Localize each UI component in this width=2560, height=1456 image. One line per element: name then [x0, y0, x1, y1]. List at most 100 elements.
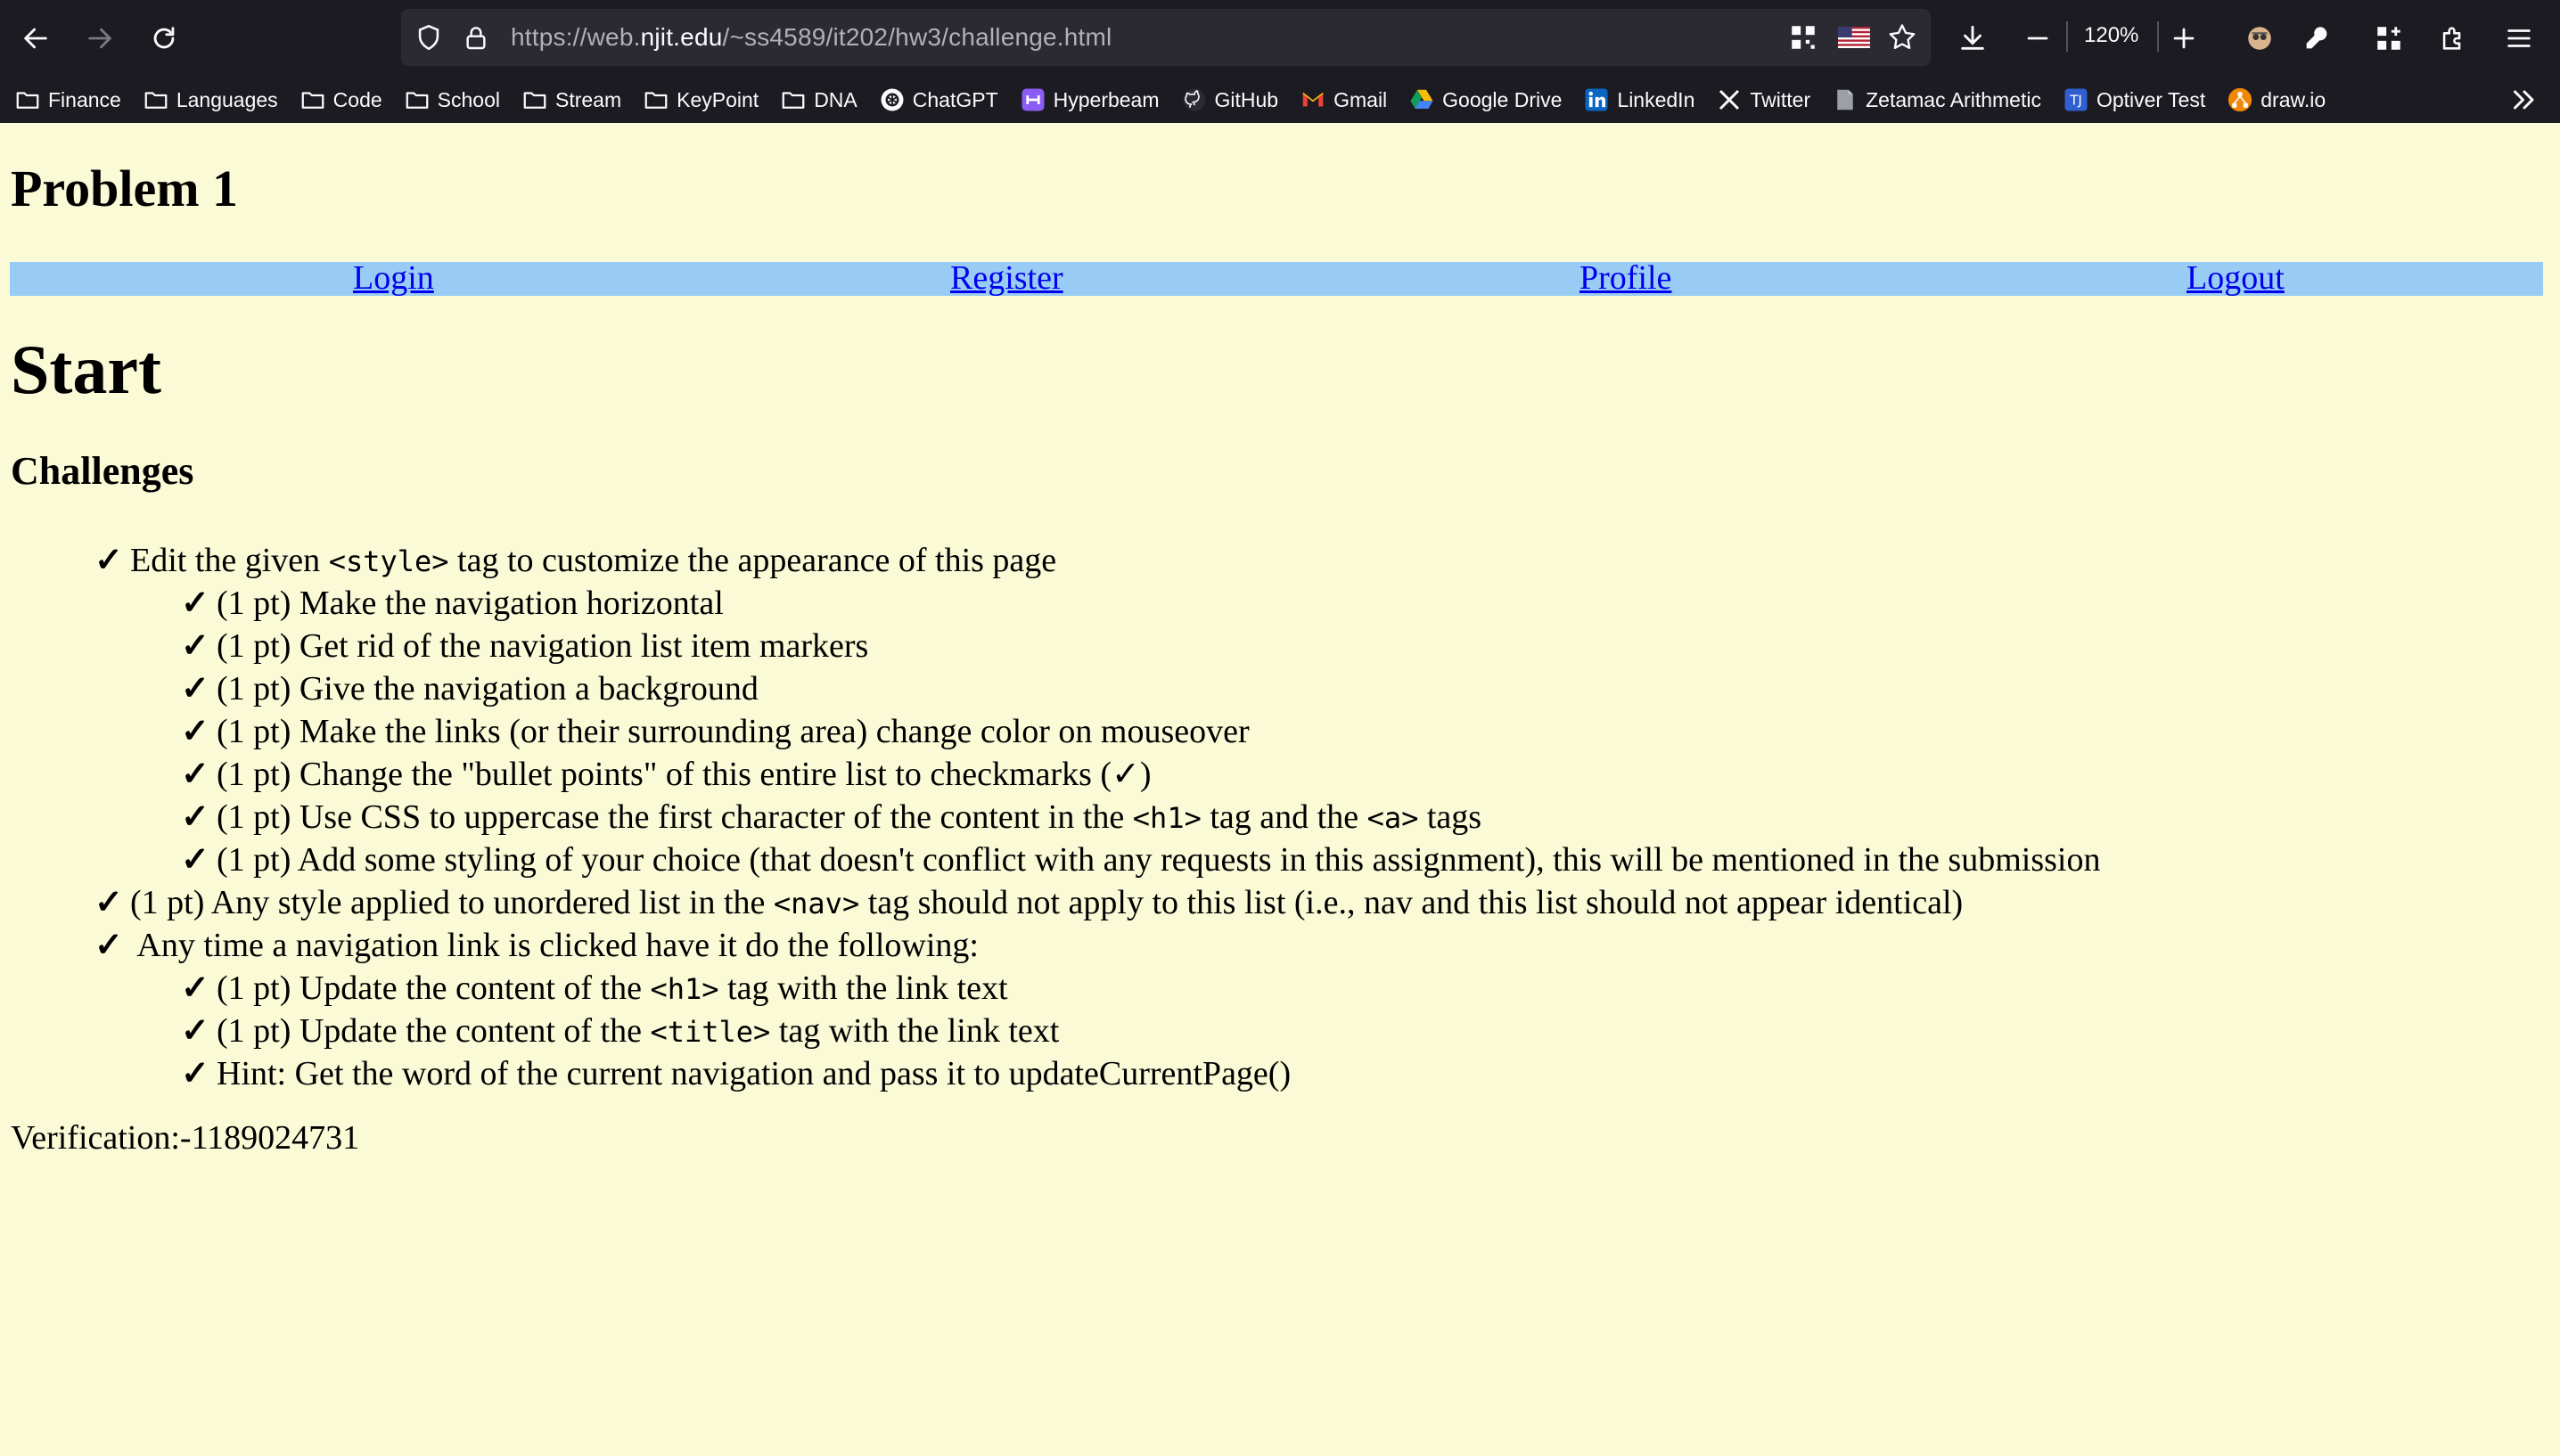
page-content: Problem 1 Login Register Profile Logout …: [0, 123, 2560, 1456]
current-page-heading: Start: [11, 331, 161, 408]
bookmark-label: DNA: [814, 87, 857, 111]
bookmark-linkedin[interactable]: LinkedIn: [1583, 86, 1694, 113]
bookmark-github[interactable]: GitHub: [1181, 86, 1278, 113]
menu-button[interactable]: [2494, 13, 2544, 63]
svg-text:TJ: TJ: [2069, 93, 2082, 109]
bookmark-twitter[interactable]: Twitter: [1716, 86, 1810, 113]
bookmark-label: Finance: [48, 87, 121, 111]
checkmark-icon: ✓: [94, 927, 123, 964]
zetamac-icon: [1832, 86, 1858, 113]
bookmark-stream[interactable]: Stream: [521, 86, 621, 113]
bookmark-star-icon[interactable]: [1886, 21, 1918, 53]
bookmark-chatgpt[interactable]: ChatGPT: [879, 86, 998, 113]
bookmark-keypoint[interactable]: KeyPoint: [643, 86, 759, 113]
zoom-level[interactable]: 120%: [2084, 23, 2138, 48]
minus-icon: [2027, 37, 2048, 40]
bookmark-label: KeyPoint: [677, 87, 759, 111]
challenge-text: (1 pt) Any style applied to unordered li…: [130, 884, 774, 921]
checkmark-icon: ✓: [181, 841, 209, 879]
challenge-item: ✓ (1 pt) Update the content of the <title…: [181, 1010, 1059, 1052]
nav-link-profile[interactable]: Profile: [1579, 258, 1671, 298]
bookmark-label: School: [437, 87, 500, 111]
bookmark-google-drive[interactable]: Google Drive: [1408, 86, 1562, 113]
lock-icon[interactable]: [462, 23, 490, 52]
url-text[interactable]: https://web.njit.edu/~ss4589/it202/hw3/c…: [511, 23, 1112, 52]
folder-icon: [780, 86, 807, 113]
challenge-text: Any time a navigation link is clicked ha…: [130, 927, 979, 964]
bookmark-label: Optiver Test: [2096, 87, 2206, 111]
zoom-separator: [2066, 21, 2068, 52]
us-flag-icon[interactable]: [1838, 27, 1870, 48]
hamburger-menu-icon: [2507, 29, 2531, 47]
folder-icon: [143, 86, 169, 113]
chatgpt-icon: [879, 86, 906, 113]
reload-button[interactable]: [139, 13, 189, 63]
grid-plus-icon: [2377, 27, 2400, 50]
checkmark-icon: ✓: [181, 756, 209, 793]
folder-icon: [14, 86, 41, 113]
nav-link-logout[interactable]: Logout: [2187, 258, 2285, 298]
challenge-text: tag to customize the appearance of this …: [448, 542, 1057, 579]
challenge-text: (1 pt) Make the navigation horizontal: [217, 585, 724, 622]
challenge-text: (1 pt) Add some styling of your choice (…: [217, 841, 2101, 879]
challenge-text: (1 pt) Make the links (or their surround…: [217, 713, 1250, 750]
bookmark-label: Hyperbeam: [1053, 87, 1160, 111]
reload-icon: [153, 27, 175, 49]
bookmark-label: Zetamac Arithmetic: [1866, 87, 2041, 111]
qr-code-icon[interactable]: [1788, 22, 1818, 53]
download-icon: [1961, 25, 1984, 50]
bookmark-label: LinkedIn: [1617, 87, 1695, 111]
dev-tools-button[interactable]: [2292, 13, 2342, 63]
bookmark-draw-io[interactable]: draw.io: [2227, 86, 2326, 113]
bookmark-finance[interactable]: Finance: [14, 86, 121, 113]
apps-button[interactable]: [2364, 13, 2414, 63]
bookmark-dna[interactable]: DNA: [780, 86, 857, 113]
downloads-button[interactable]: [1948, 13, 1998, 63]
inline-code: <nav>: [773, 887, 860, 920]
challenge-item: ✓ Edit the given <style> tag to customize…: [94, 540, 1056, 582]
nav-link-register[interactable]: Register: [950, 258, 1063, 298]
inline-code: <h1>: [650, 972, 719, 1006]
challenge-text: tag should not apply to this list (i.e.,…: [859, 884, 1964, 921]
challenge-text: (1 pt) Update the content of the: [217, 969, 651, 1007]
bookmark-gmail[interactable]: Gmail: [1300, 86, 1387, 113]
inline-code: <h1>: [1132, 801, 1202, 835]
bookmark-school[interactable]: School: [404, 86, 500, 113]
checkmark-icon: ✓: [181, 1055, 209, 1092]
bookmark-zetamac-arithmetic[interactable]: Zetamac Arithmetic: [1832, 86, 2041, 113]
bookmark-optiver-test[interactable]: TJ Optiver Test: [2063, 86, 2205, 113]
zoom-out-button[interactable]: [2013, 13, 2063, 63]
linkedin-icon: [1583, 86, 1610, 113]
challenge-text: (1 pt) Use CSS to uppercase the first ch…: [217, 798, 1133, 836]
challenge-text: tag with the link text: [718, 969, 1008, 1007]
optiver-icon: TJ: [2063, 86, 2089, 113]
challenge-text: Edit the given: [130, 542, 329, 579]
browser-toolbar: https://web.njit.edu/~ss4589/it202/hw3/c…: [0, 0, 2560, 77]
nav-link-login[interactable]: Login: [353, 258, 434, 298]
inline-code: <a>: [1366, 801, 1419, 835]
challenge-text: (1 pt) Give the navigation a background: [217, 670, 759, 708]
forward-button[interactable]: [75, 13, 125, 63]
url-bar[interactable]: https://web.njit.edu/~ss4589/it202/hw3/c…: [401, 9, 1931, 66]
challenge-item: ✓ (1 pt) Update the content of the <h1> t…: [181, 968, 1008, 1010]
challenge-text: tag and the: [1201, 798, 1367, 836]
puzzle-icon: [2442, 27, 2461, 50]
extensions-button[interactable]: [2428, 13, 2478, 63]
chevron-double-right-icon[interactable]: [2508, 84, 2540, 116]
challenge-text: Hint: Get the word of the current naviga…: [217, 1055, 1292, 1092]
bookmark-label: Google Drive: [1442, 87, 1563, 111]
bookmark-code[interactable]: Code: [299, 86, 382, 113]
challenge-item: ✓ (1 pt) Change the "bullet points" of th…: [181, 754, 1152, 795]
shield-icon[interactable]: [414, 22, 444, 53]
bookmark-label: Code: [332, 87, 382, 111]
bookmark-label: draw.io: [2261, 87, 2326, 111]
bookmark-hyperbeam[interactable]: Hyperbeam: [1020, 86, 1160, 113]
github-icon: [1181, 86, 1208, 113]
checkmark-icon: ✓: [181, 713, 209, 750]
twitter-icon: [1716, 86, 1743, 113]
zoom-in-button[interactable]: [2159, 13, 2209, 63]
extension-button[interactable]: [2235, 13, 2285, 63]
back-button[interactable]: [11, 13, 61, 63]
checkmark-icon: ✓: [181, 627, 209, 665]
bookmark-languages[interactable]: Languages: [143, 86, 278, 113]
